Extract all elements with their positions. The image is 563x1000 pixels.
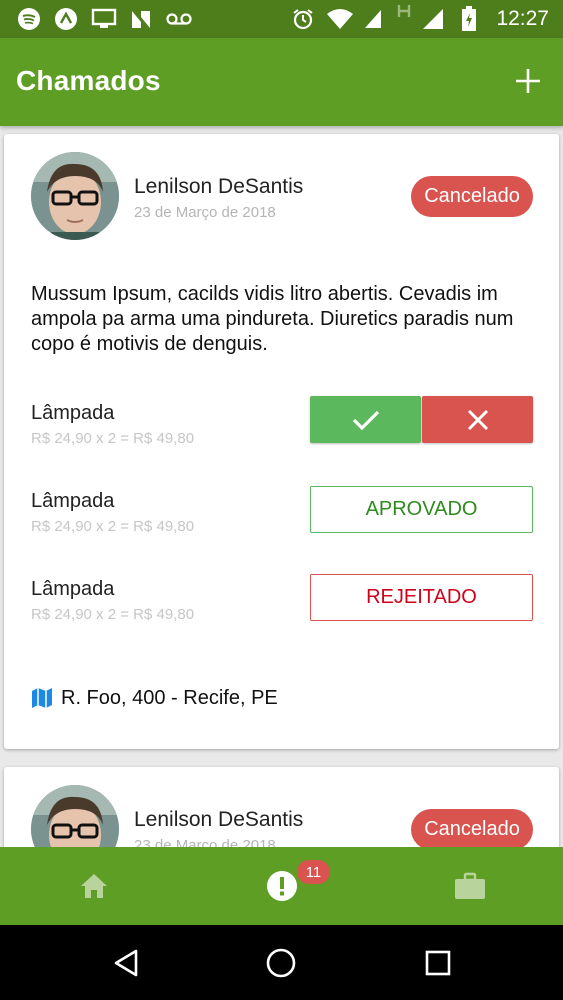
avatar (31, 152, 119, 240)
add-ticket-button[interactable] (513, 66, 543, 96)
h-network-icon (394, 3, 414, 19)
back-icon (114, 949, 138, 977)
recents-icon (425, 950, 451, 976)
signal-mobile-icon (362, 6, 384, 32)
close-icon (467, 409, 488, 430)
plus-icon (516, 69, 540, 93)
item-price: R$ 24,90 x 2 = R$ 49,80 (31, 606, 195, 623)
bottom-nav: 11 (0, 847, 563, 925)
approve-button[interactable] (310, 396, 421, 443)
n-app-icon (128, 6, 154, 32)
list-item: Lâmpada R$ 24,90 x 2 = R$ 49,80 APROVADO (31, 486, 533, 540)
app-bar: Chamados (0, 38, 563, 126)
notification-badge: 11 (297, 860, 330, 884)
briefcase-icon (454, 872, 485, 899)
voicemail-icon (165, 6, 193, 32)
battery-icon (458, 6, 480, 32)
status-time: 12:27 (496, 7, 549, 30)
alert-icon (266, 871, 297, 901)
nav-briefcase[interactable] (376, 847, 563, 925)
item-price: R$ 24,90 x 2 = R$ 49,80 (31, 430, 195, 447)
address-text: R. Foo, 400 - Recife, PE (61, 686, 278, 709)
ticket-date: 23 de Março de 2018 (134, 204, 276, 221)
back-button[interactable] (106, 943, 146, 983)
screencast-icon (90, 6, 118, 32)
map-icon (32, 688, 52, 708)
check-icon (352, 410, 379, 430)
rejected-status: REJEITADO (310, 574, 533, 621)
nav-home[interactable] (0, 847, 187, 925)
arc-app-icon (53, 6, 79, 32)
spotify-icon (16, 6, 42, 32)
avatar (31, 785, 119, 847)
system-nav (0, 925, 563, 1000)
ticket-card[interactable]: Lenilson DeSantis 23 de Março de 2018 Ca… (4, 134, 559, 749)
ticket-list[interactable]: Lenilson DeSantis 23 de Março de 2018 Ca… (0, 126, 563, 847)
item-name: Lâmpada (31, 490, 115, 512)
user-name: Lenilson DeSantis (134, 808, 304, 831)
user-name: Lenilson DeSantis (134, 175, 304, 198)
home-icon (80, 874, 107, 898)
home-circle-icon (266, 948, 296, 978)
ticket-card[interactable]: Lenilson DeSantis 23 de Março de 2018 Ca… (4, 767, 559, 847)
wifi-icon (325, 6, 355, 32)
signal-icon (420, 6, 446, 32)
ticket-date: 23 de Março de 2018 (134, 837, 276, 847)
address[interactable]: R. Foo, 400 - Recife, PE (31, 684, 278, 712)
nav-alerts[interactable] (188, 847, 375, 925)
status-badge: Cancelado (411, 809, 533, 847)
list-item: Lâmpada R$ 24,90 x 2 = R$ 49,80 REJEITAD… (31, 574, 533, 628)
status-bar: 12:27 (0, 0, 563, 38)
page-title: Chamados (16, 65, 161, 96)
approved-status: APROVADO (310, 486, 533, 533)
item-price: R$ 24,90 x 2 = R$ 49,80 (31, 518, 195, 535)
list-item: Lâmpada R$ 24,90 x 2 = R$ 49,80 (31, 396, 533, 452)
status-badge: Cancelado (411, 176, 533, 217)
alarm-icon (290, 6, 316, 32)
item-name: Lâmpada (31, 402, 115, 424)
ticket-description: Mussum Ipsum, cacilds vidis litro aberti… (31, 283, 514, 355)
item-name: Lâmpada (31, 578, 115, 600)
reject-button[interactable] (422, 396, 533, 443)
home-system-button[interactable] (261, 943, 301, 983)
recents-button[interactable] (418, 943, 458, 983)
